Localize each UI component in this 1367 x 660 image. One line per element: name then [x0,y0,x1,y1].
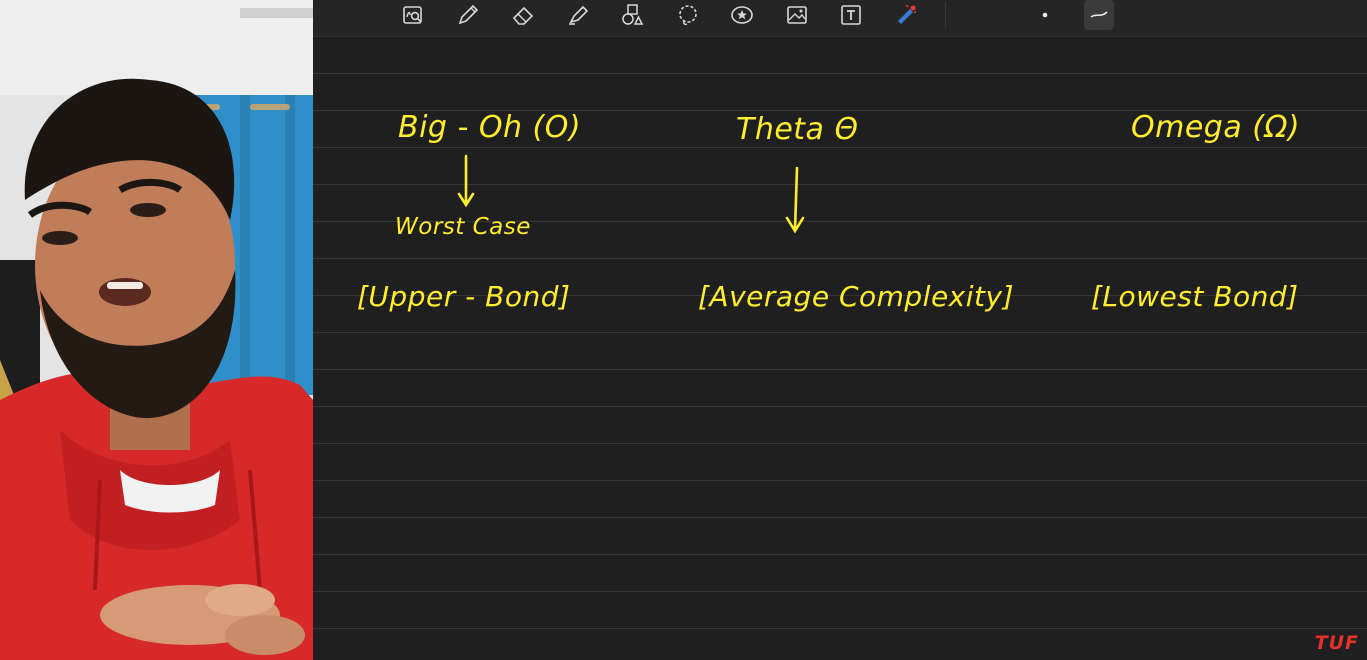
zoom-lens-icon[interactable] [398,0,428,30]
ruled-line [313,369,1367,370]
omega-heading: Omega (Ω) [1131,110,1301,145]
ruled-line [313,73,1367,74]
ruled-line [313,332,1367,333]
eraser-icon[interactable] [508,0,538,30]
ruled-line [313,443,1367,444]
down-arrow-icon [785,166,805,234]
highlighter-icon[interactable] [563,0,593,30]
sticker-icon[interactable] [727,0,757,30]
text-box-icon[interactable] [836,0,866,30]
pen-icon[interactable] [453,0,483,30]
ruled-line [313,517,1367,518]
note-canvas[interactable]: Big - Oh (O) Worst Case [Upper - Bond] T… [313,36,1367,660]
upper-bound-label: [Upper - Bond] [357,280,571,313]
big-oh-heading: Big - Oh (O) [398,110,582,145]
ruled-line [313,406,1367,407]
ruled-line [313,628,1367,629]
ruled-line [313,258,1367,259]
shapes-icon[interactable] [617,0,647,30]
presenter-image [0,0,313,660]
image-icon[interactable] [782,0,812,30]
ruled-line [313,147,1367,148]
drawing-toolbar [313,0,1367,37]
laser-pointer-icon[interactable] [891,0,921,30]
lower-bound-label: [Lowest Bond] [1091,280,1299,313]
down-arrow-icon [457,154,475,208]
channel-watermark: TUF [1314,632,1359,654]
dot-pen-size-icon[interactable] [1030,0,1060,30]
average-complexity-label: [Average Complexity] [698,280,1015,313]
webcam-feed [0,0,313,660]
worst-case-label: Worst Case [395,214,531,240]
lasso-icon[interactable] [673,0,703,30]
toolbar-separator [945,2,946,28]
ruled-line [313,480,1367,481]
stroke-style-icon[interactable] [1084,0,1114,30]
theta-heading: Theta Θ [736,112,859,147]
ruled-line [313,591,1367,592]
notes-app: Big - Oh (O) Worst Case [Upper - Bond] T… [313,0,1367,660]
ruled-line [313,554,1367,555]
